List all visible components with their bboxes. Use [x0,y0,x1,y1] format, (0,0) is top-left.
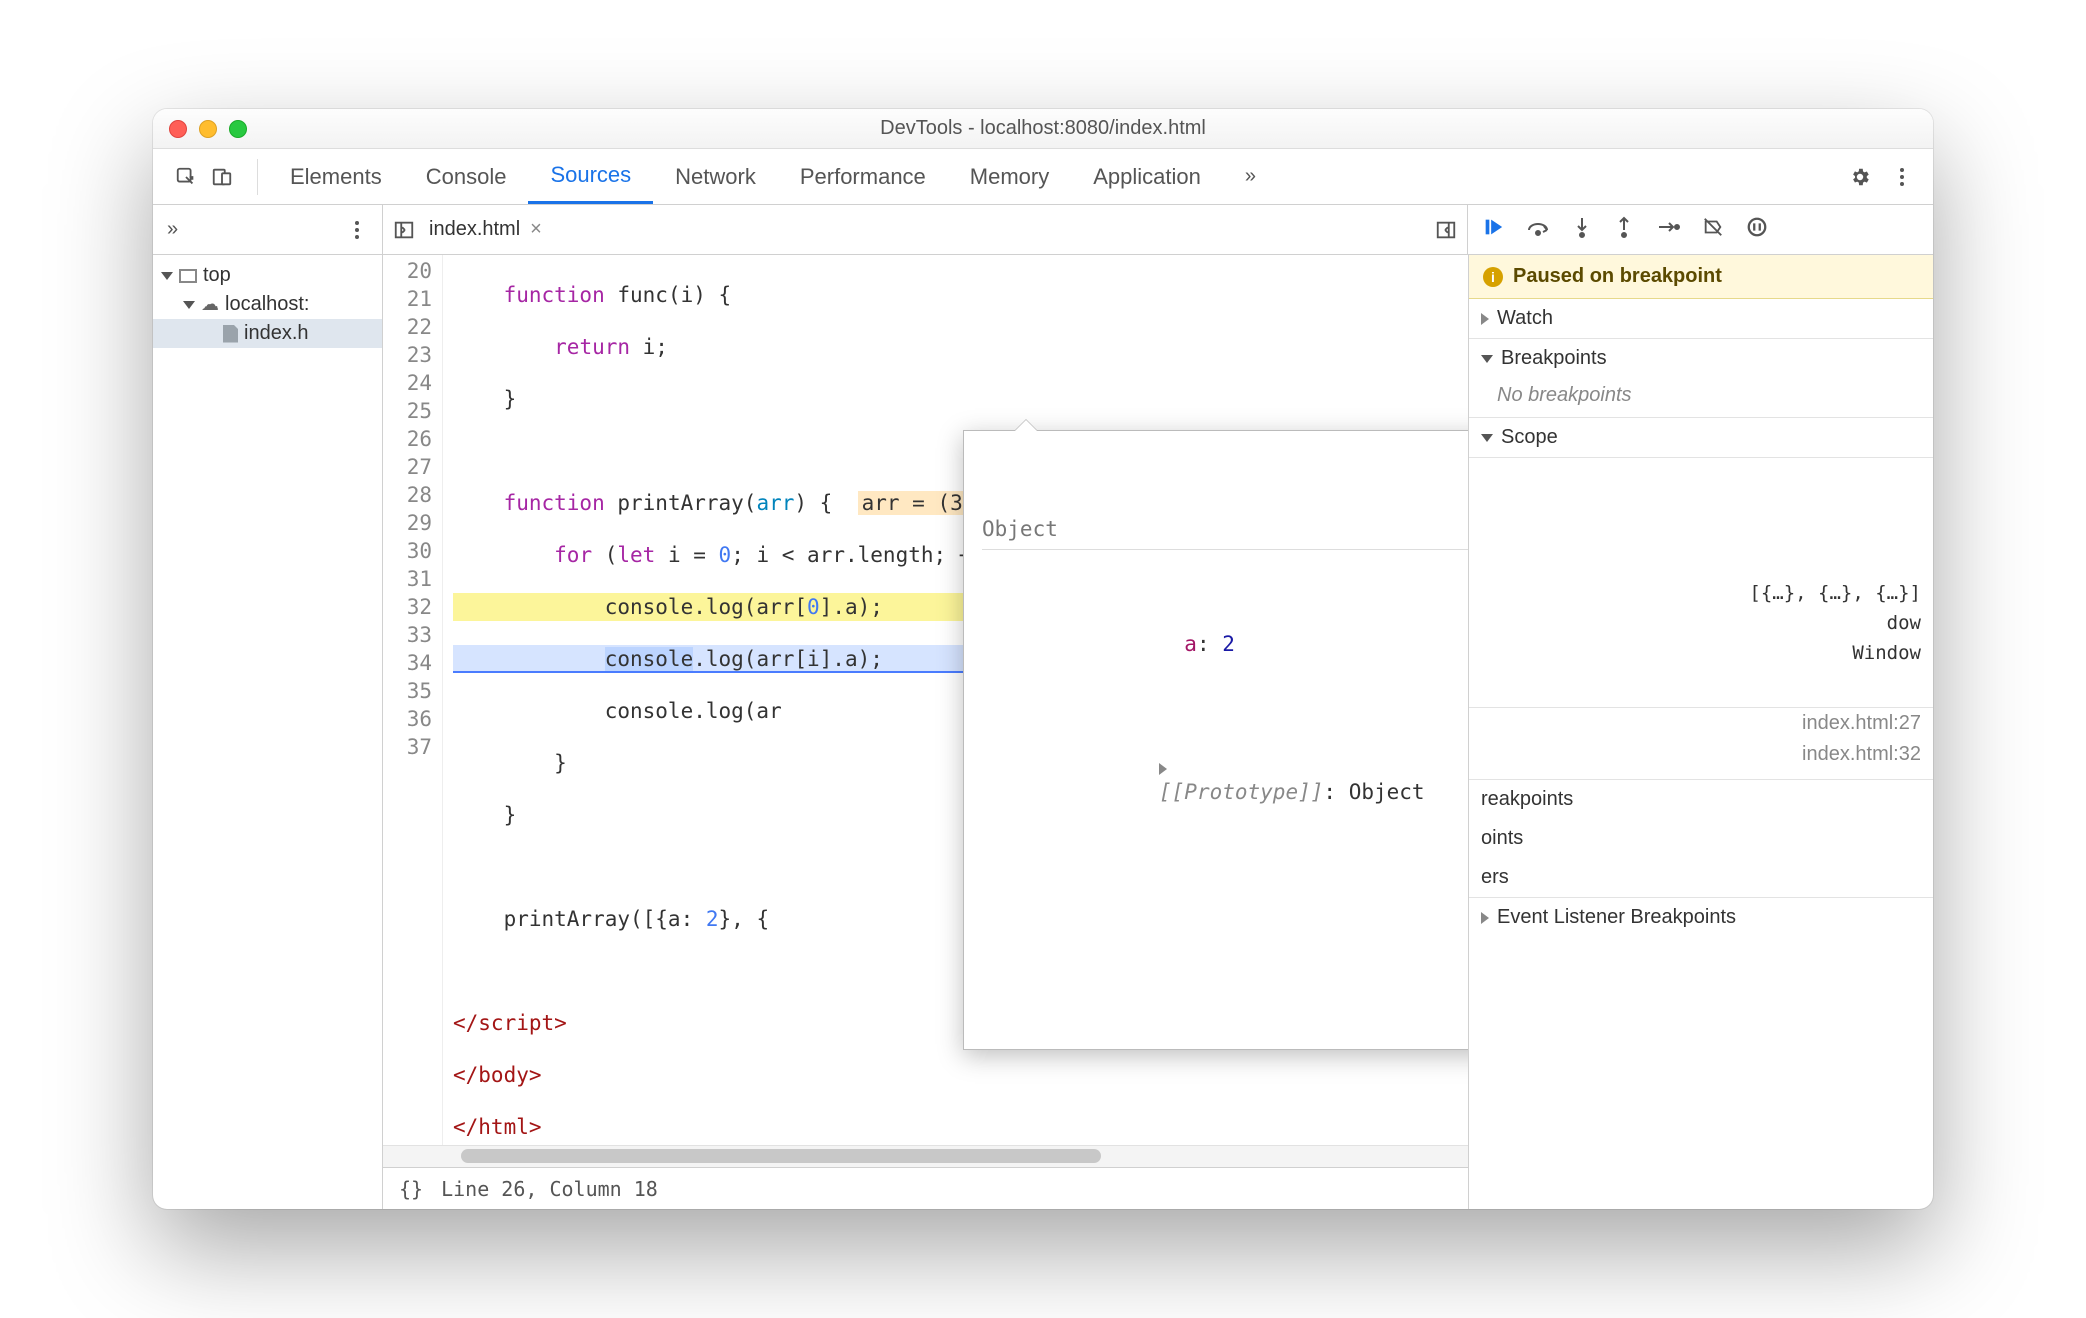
toggle-debugger-icon[interactable] [1435,219,1457,241]
tree-host-label: localhost: [225,293,310,316]
breakpoints-empty: No breakpoints [1469,378,1933,417]
disclosure-triangle-icon [1481,434,1493,442]
inspect-element-icon[interactable] [175,166,197,188]
tab-performance[interactable]: Performance [778,149,948,204]
scope-value-window[interactable]: Window [1469,638,1933,668]
popup-property-row[interactable]: a: 2 [982,606,1468,682]
extra-section-2[interactable]: ers [1469,858,1933,897]
navigator-overflow-button[interactable]: » [167,218,178,241]
popup-notch-icon [1014,419,1038,431]
main-area: top ☁ localhost: index.h 202122232425262… [153,255,1933,1209]
tab-memory[interactable]: Memory [948,149,1071,204]
scrollbar-thumb[interactable] [461,1149,1101,1163]
pause-on-exceptions-icon[interactable] [1746,216,1768,244]
divider [257,159,258,195]
disclosure-triangle-icon [183,301,195,309]
cloud-icon: ☁ [201,294,219,315]
event-listener-breakpoints-header[interactable]: Event Listener Breakpoints [1469,897,1933,937]
tab-console[interactable]: Console [404,149,529,204]
titlebar: DevTools - localhost:8080/index.html [153,109,1933,149]
panel-tabstrip: Elements Console Sources Network Perform… [153,149,1933,205]
paused-text: Paused on breakpoint [1513,265,1722,288]
tree-host[interactable]: ☁ localhost: [153,290,382,319]
step-into-icon[interactable] [1572,216,1592,244]
popup-proto-val: Object [1349,780,1425,804]
info-icon: i [1483,267,1503,287]
tree-top-frame[interactable]: top [153,261,382,290]
callstack-row-1[interactable]: index.html:32 [1469,739,1933,770]
tree-file-index[interactable]: index.h [153,319,382,348]
step-icon[interactable] [1656,217,1680,243]
code-lines[interactable]: function func(i) { return i; } function … [443,255,1468,1145]
cursor-position: Line 26, Column 18 [441,1177,658,1201]
tabs-overflow-button[interactable]: » [1223,149,1278,204]
breakpoints-label: Breakpoints [1501,347,1607,370]
line-gutter[interactable]: 202122232425262728293031323334353637 [383,255,443,1145]
file-tab-label: index.html [429,218,520,241]
scope-section-header[interactable]: Scope [1469,418,1933,457]
watch-section-header[interactable]: Watch [1469,299,1933,338]
debugger-panel: i Paused on breakpoint Watch Breakpoints… [1468,255,1933,1209]
file-tab-index[interactable]: index.html × [429,218,542,241]
disclosure-triangle-icon [1159,763,1167,775]
extra-section-0[interactable]: reakpoints [1469,780,1933,819]
code-editor: 202122232425262728293031323334353637 fun… [383,255,1468,1209]
toggle-navigator-icon[interactable] [393,219,415,241]
devtools-window: DevTools - localhost:8080/index.html Ele… [153,109,1933,1209]
navigator-sidebar: top ☁ localhost: index.h [153,255,383,1209]
scope-value-dow[interactable]: dow [1469,608,1933,638]
tab-application[interactable]: Application [1071,149,1223,204]
tree-file-label: index.h [244,322,309,345]
popup-prop-val: 2 [1222,632,1235,656]
device-toolbar-icon[interactable] [211,166,233,188]
disclosure-triangle-icon [1481,355,1493,363]
disclosure-triangle-icon [1481,912,1489,924]
popup-prop-key: a [1184,632,1197,656]
more-menu-icon[interactable] [1891,166,1913,188]
editor-statusbar: {} Line 26, Column 18 [383,1167,1468,1209]
tab-network[interactable]: Network [653,149,778,204]
disclosure-triangle-icon [161,272,173,280]
settings-gear-icon[interactable] [1849,166,1871,188]
watch-label: Watch [1497,307,1553,330]
tree-top-label: top [203,264,231,287]
scope-value-arr[interactable]: [{…}, {…}, {…}] [1469,578,1933,608]
extra-section-1[interactable]: oints [1469,819,1933,858]
frame-icon [179,269,197,283]
annotation-arrow-icon [1173,385,1468,578]
tab-sources[interactable]: Sources [528,149,653,204]
scope-label: Scope [1501,426,1558,449]
disclosure-triangle-icon [1481,313,1489,325]
sources-toolbar: » index.html × [153,205,1933,255]
navigator-menu-icon[interactable] [346,219,368,241]
breakpoints-section-header[interactable]: Breakpoints [1469,339,1933,378]
step-over-icon[interactable] [1526,217,1550,243]
paused-banner: i Paused on breakpoint [1469,255,1933,299]
pretty-print-icon[interactable]: {} [399,1177,423,1201]
file-tab-close-icon[interactable]: × [530,218,542,241]
popup-prototype-row[interactable]: [[Prototype]]: Object [982,730,1468,830]
window-title: DevTools - localhost:8080/index.html [153,117,1933,140]
popup-proto-label: [[Prototype]] [1159,780,1323,804]
callstack-loc-0: index.html:27 [1802,712,1921,735]
resume-script-icon[interactable] [1482,216,1504,244]
tab-elements[interactable]: Elements [268,149,404,204]
file-icon [223,325,238,343]
callstack-row-0[interactable]: index.html:27 [1469,708,1933,739]
callstack-loc-1: index.html:32 [1802,743,1921,766]
step-out-icon[interactable] [1614,216,1634,244]
horizontal-scrollbar[interactable] [383,1145,1468,1167]
deactivate-breakpoints-icon[interactable] [1702,216,1724,244]
